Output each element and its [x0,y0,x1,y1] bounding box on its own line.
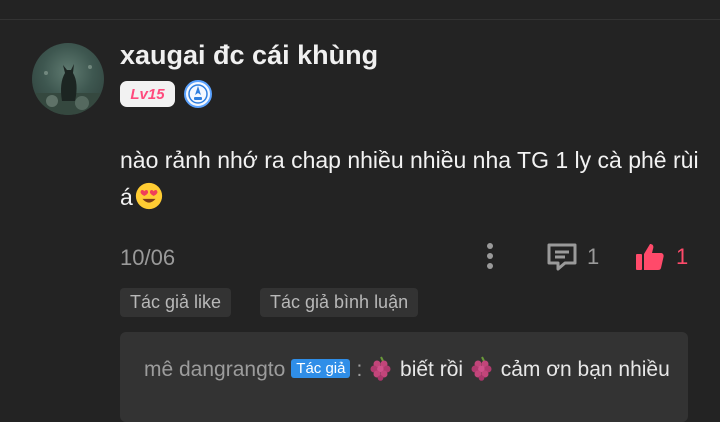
level-label: Lv15 [130,85,165,103]
divider [0,19,720,20]
more-options-icon[interactable] [480,240,500,272]
avatar[interactable] [32,43,104,115]
reply-author[interactable]: mê dangrangto [144,358,285,381]
author-badge: Tác giả [291,359,351,378]
tag-author-liked: Tác giả like [120,288,232,317]
like-button[interactable]: 1 [634,241,688,273]
thumbs-up-icon [636,244,664,270]
reply-text-part2: cảm ơn bạn nhiều [500,358,670,381]
reply-text-part1: biết rồi [400,358,464,381]
comment-date: 10/06 [120,245,176,270]
reply-box[interactable]: mê dangrangto Tác giả: biết rồi cảm ơn bạ… [120,332,688,422]
grapes-icon [370,356,391,381]
username[interactable]: xaugai đc cái khùng [120,40,378,71]
grapes-icon [471,356,492,381]
tag-author-commented: Tác giả bình luận [260,288,419,317]
reply-separator: : [356,358,363,381]
comment-icon [547,243,577,271]
reply-content: mê dangrangto Tác giả: biết rồi cảm ơn bạ… [144,355,674,384]
heart-eyes-emoji-icon [135,182,162,210]
comment-text: nào rảnh nhớ ra chap nhiều nhiều nha TG … [120,147,699,210]
comment-body: nào rảnh nhớ ra chap nhiều nhiều nha TG … [120,142,700,216]
medal-icon [184,80,212,108]
reply-count: 1 [587,244,600,269]
level-badge: Lv15 [120,81,175,107]
reply-button[interactable]: 1 [545,241,599,273]
like-count: 1 [676,244,689,269]
